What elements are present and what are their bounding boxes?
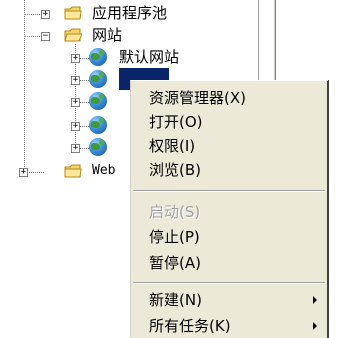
globe-icon — [89, 48, 107, 66]
expand-toggle-app-pools[interactable]: + — [41, 10, 50, 19]
tree-item-websites[interactable]: 网站 — [92, 25, 122, 45]
collapse-toggle-websites[interactable]: − — [41, 32, 50, 41]
tree-connector — [24, 0, 25, 175]
expand-toggle-site[interactable]: + — [71, 98, 80, 107]
menu-item-stop[interactable]: 停止(P) — [131, 226, 327, 248]
menu-item-pause[interactable]: 暂停(A) — [131, 252, 327, 274]
menu-item-start[interactable]: 启动(S) — [131, 201, 327, 223]
menu-item-label: 暂停(A) — [149, 254, 201, 272]
expand-toggle-site[interactable]: + — [71, 76, 80, 85]
folder-open-icon — [64, 28, 82, 42]
folder-icon — [64, 164, 82, 178]
expand-toggle-site[interactable]: + — [71, 122, 80, 131]
menu-item-new[interactable]: 新建(N) — [131, 289, 327, 311]
menu-item-label: 资源管理器(X) — [149, 89, 246, 107]
menu-item-label: 浏览(B) — [149, 161, 201, 179]
submenu-arrow-icon — [313, 322, 317, 330]
globe-icon — [89, 116, 107, 134]
menu-item-label: 启动(S) — [149, 203, 201, 221]
context-menu: 资源管理器(X) 打开(O) 权限(I) 浏览(B) 启动(S) 停止(P) 暂… — [130, 80, 328, 338]
globe-icon — [89, 138, 107, 156]
menu-item-all-tasks[interactable]: 所有任务(K) — [131, 315, 327, 337]
menu-item-label: 打开(O) — [149, 113, 203, 131]
expand-toggle-site[interactable]: + — [71, 54, 80, 63]
tree-item-default-site[interactable]: 默认网站 — [119, 47, 179, 67]
menu-item-label: 权限(I) — [149, 137, 196, 155]
menu-item-label: 新建(N) — [149, 291, 202, 309]
tree-item-web[interactable]: Web — [92, 161, 115, 181]
tree-item-app-pools[interactable]: 应用程序池 — [92, 3, 167, 23]
menu-item-label: 所有任务(K) — [149, 317, 231, 335]
submenu-arrow-icon — [313, 296, 317, 304]
globe-icon — [89, 70, 107, 88]
menu-separator — [133, 190, 325, 192]
menu-separator — [133, 282, 325, 284]
menu-item-open[interactable]: 打开(O) — [131, 111, 327, 133]
expand-toggle-site[interactable]: + — [71, 144, 80, 153]
folder-icon — [64, 6, 82, 20]
globe-icon — [89, 92, 107, 110]
menu-item-permissions[interactable]: 权限(I) — [131, 135, 327, 157]
menu-item-explorer[interactable]: 资源管理器(X) — [131, 87, 327, 109]
menu-item-label: 停止(P) — [149, 228, 200, 246]
menu-item-browse[interactable]: 浏览(B) — [131, 159, 327, 181]
expand-toggle-web[interactable]: + — [19, 168, 28, 177]
